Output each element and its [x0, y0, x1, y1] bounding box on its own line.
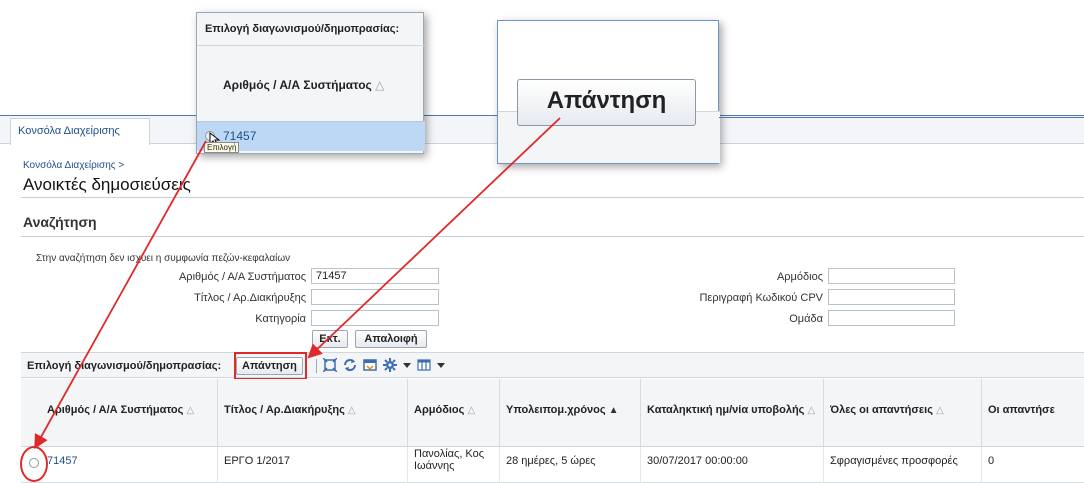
toolbar-separator [316, 359, 317, 373]
chevron-down-icon[interactable] [403, 360, 411, 372]
detach-icon[interactable] [322, 356, 338, 375]
column-header-deadline[interactable]: Καταληκτική ημ/νία υποβολής △ [641, 379, 824, 447]
callout-selected-row: 71457 Επιλογή [197, 121, 425, 153]
system-no-label: Αριθμός / Α/Α Συστήματος [178, 271, 306, 283]
column-label: Καταληκτική ημ/νία υποβολής [647, 404, 805, 416]
row-responsible: Πανολίας, Κος Ιωάννης [408, 447, 500, 483]
row-all-replies: Σφραγισμένες προσφορές [824, 447, 982, 483]
callout-column-label: Αριθμός / Α/Α Συστήματος [223, 78, 372, 92]
responsible-input[interactable] [828, 268, 955, 284]
sort-up-icon[interactable]: △ [807, 405, 815, 416]
group-input[interactable] [828, 310, 955, 326]
column-header-remaining[interactable]: Υπολειπομ.χρόνος ▲ [500, 379, 641, 447]
zoom-callout-reply-button: Απάντηση [497, 20, 720, 164]
columns-icon[interactable] [417, 358, 431, 375]
refresh-icon[interactable] [343, 358, 357, 375]
chevron-down-icon[interactable] [437, 360, 445, 372]
gear-icon[interactable] [383, 357, 397, 375]
sort-up-icon[interactable]: △ [936, 405, 944, 416]
responsible-label: Αρμόδιος [776, 271, 823, 283]
column-label: Αριθμός / Α/Α Συστήματος [47, 404, 184, 416]
execute-button[interactable]: Εκτ. [312, 330, 348, 348]
column-label: Οι απαντήσε [988, 404, 1055, 416]
callout-extension-rule [719, 117, 1084, 118]
column-header-title[interactable]: Τίτλος / Αρ.Διακήρυξης △ [218, 379, 408, 447]
column-header-responsible[interactable]: Αρμόδιος △ [408, 379, 500, 447]
group-label: Ομάδα [789, 313, 823, 325]
search-case-note: Στην αναζήτηση δεν ισχύει η συμφωνία πεζ… [36, 253, 291, 264]
search-section-title: Αναζήτηση [23, 214, 97, 230]
toolbar-icons [316, 356, 445, 375]
category-label: Κατηγορία [255, 313, 306, 325]
app-window: Κονσόλα Διαχείρισης Κονσόλα Διαχείρισης … [0, 0, 1084, 483]
sort-up-icon[interactable]: △ [186, 405, 194, 416]
table-toolbar: Επιλογή διαγωνισμού/δημοπρασίας: Απάντησ… [21, 352, 1084, 378]
breadcrumb[interactable]: Κονσόλα Διαχείρισης > [23, 160, 124, 171]
freeze-icon[interactable] [363, 358, 377, 375]
sort-up-icon[interactable]: △ [348, 405, 356, 416]
sort-up-icon: △ [375, 78, 385, 92]
row-system-no-link[interactable]: 71457 [21, 447, 218, 483]
system-no-input[interactable]: 71457 [311, 268, 439, 284]
title-divider [21, 197, 1084, 198]
table-row[interactable]: 71457 ΕΡΓΟ 1/2017 Πανολίας, Κος Ιωάννης … [21, 447, 1084, 483]
page-title: Ανοικτές δημοσιεύσεις [23, 175, 191, 194]
row-deadline: 30/07/2017 00:00:00 [641, 447, 824, 483]
tab-admin-console[interactable]: Κονσόλα Διαχείρισης [10, 118, 150, 145]
sort-up-icon[interactable]: △ [467, 405, 475, 416]
toolbar-label: Επιλογή διαγωνισμού/δημοπρασίας: [27, 360, 222, 372]
callout-tooltip: Επιλογή [204, 142, 240, 153]
column-label: Όλες οι απαντήσεις [830, 404, 933, 416]
title-label: Τίτλος / Αρ.Διακήρυξης [194, 292, 306, 304]
radio-highlight-ellipse [20, 446, 48, 482]
title-input[interactable] [311, 289, 439, 305]
clear-button[interactable]: Απαλοιφή [355, 330, 427, 348]
table-header: Αριθμός / Α/Α Συστήματος △ Τίτλος / Αρ.Δ… [21, 379, 1084, 447]
reply-button-highlight [234, 352, 307, 380]
column-header-all-replies[interactable]: Όλες οι απαντήσεις △ [824, 379, 982, 447]
callout-divider [197, 45, 425, 46]
category-input[interactable] [311, 310, 439, 326]
cpv-label: Περιγραφή Κωδικού CPV [699, 292, 823, 304]
column-header-system-no[interactable]: Αριθμός / Α/Α Συστήματος △ [21, 379, 218, 447]
search-divider [21, 236, 1084, 237]
callout-row-value: 71457 [223, 129, 257, 143]
column-header-replies[interactable]: Οι απαντήσε [982, 379, 1084, 447]
cpv-input[interactable] [828, 289, 955, 305]
row-remaining-time: 28 ημέρες, 5 ώρες [500, 447, 641, 483]
sort-up-filled-icon[interactable]: ▲ [609, 405, 619, 416]
callout-column-header: Αριθμός / Α/Α Συστήματος △ [223, 78, 384, 92]
row-title: ΕΡΓΟ 1/2017 [218, 447, 408, 483]
row-replies: 0 [988, 455, 995, 467]
callout-reply-button: Απάντηση [517, 79, 696, 126]
column-label: Υπολειπομ.χρόνος [506, 404, 606, 416]
column-label: Αρμόδιος [414, 404, 465, 416]
column-label: Τίτλος / Αρ.Διακήρυξης [224, 404, 345, 416]
zoom-callout-selection: Επιλογή διαγωνισμού/δημοπρασίας: Αριθμός… [196, 12, 425, 154]
callout-select-label: Επιλογή διαγωνισμού/δημοπρασίας: [205, 23, 400, 35]
